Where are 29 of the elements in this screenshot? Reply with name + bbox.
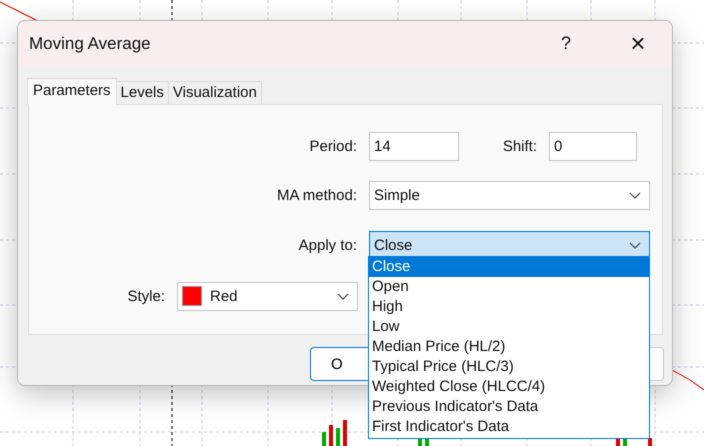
candlestick [329, 425, 333, 446]
chevron-down-icon [629, 242, 641, 248]
dropdown-option[interactable]: Open [369, 277, 649, 297]
dropdown-option[interactable]: First Indicator's Data [369, 417, 649, 437]
dropdown-option[interactable]: High [369, 297, 649, 317]
dropdown-option[interactable]: Close [369, 257, 649, 277]
candlestick [336, 428, 340, 446]
chevron-down-icon [337, 292, 349, 300]
candlestick [322, 432, 326, 446]
field-label: MA method: [276, 186, 357, 204]
input-field[interactable]: 14 [369, 132, 459, 160]
dropdown-field[interactable]: Simple [369, 180, 650, 210]
close-button[interactable]: × [618, 28, 658, 59]
field-label: Shift: [502, 138, 537, 154]
input-field[interactable]: 0 [549, 132, 637, 160]
dropdown-option[interactable]: Previous Indicator's Data [369, 397, 649, 417]
candlestick [648, 438, 652, 446]
price-line [672, 370, 704, 390]
dropdown-field[interactable]: Red [177, 282, 358, 310]
dropdown-option[interactable]: Low [369, 317, 649, 337]
chevron-down-icon [629, 192, 641, 198]
window-title: Moving Average [29, 34, 152, 54]
tab[interactable]: Parameters [27, 78, 117, 105]
field-label: Apply to: [298, 236, 357, 254]
tab[interactable]: Visualization [168, 81, 262, 104]
field-label: Style: [126, 288, 165, 304]
candlestick [343, 420, 347, 446]
field-label: Period: [308, 138, 357, 154]
help-button[interactable]: ? [546, 33, 586, 54]
